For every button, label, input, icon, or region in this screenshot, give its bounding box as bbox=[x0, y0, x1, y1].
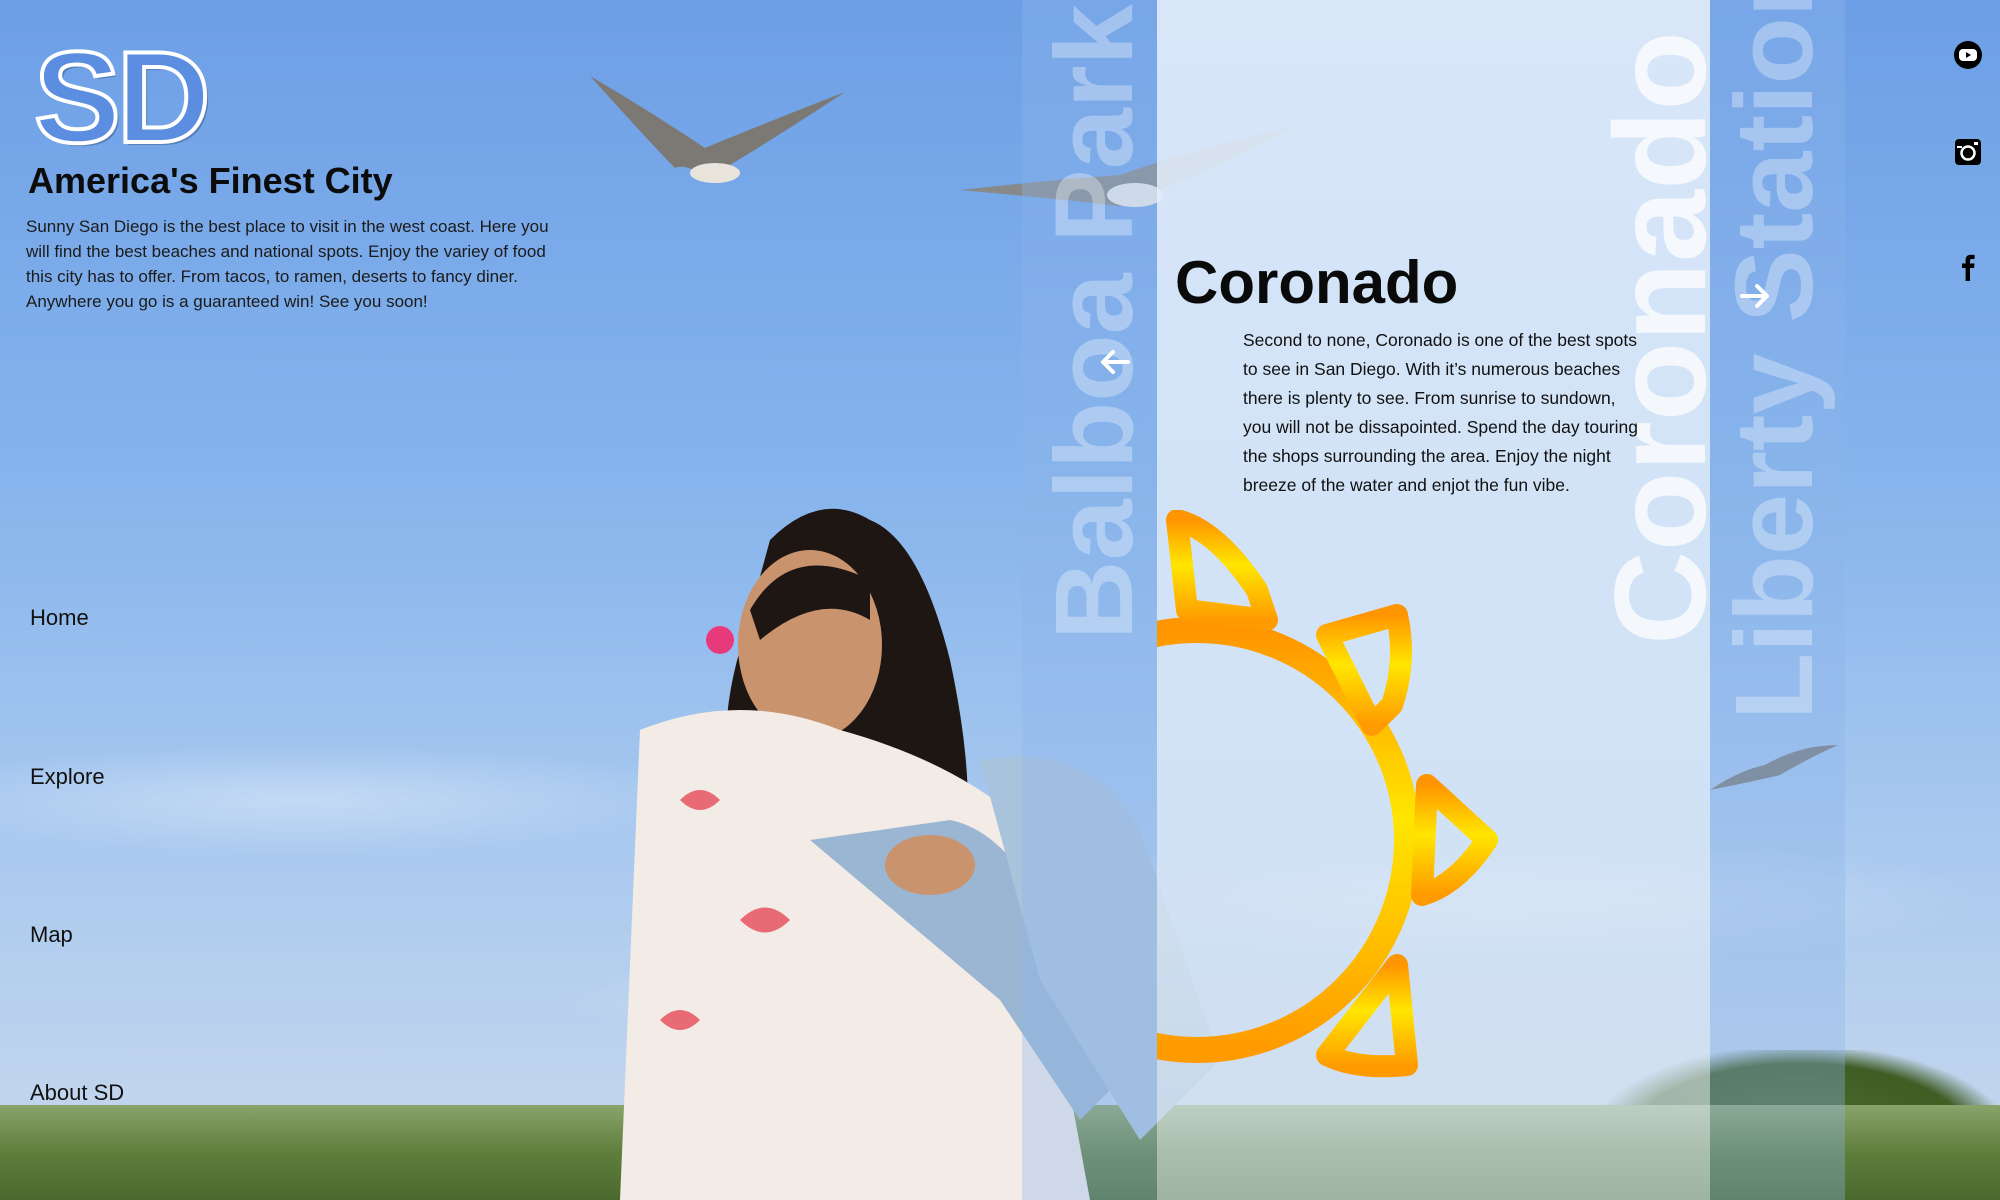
intro-paragraph: Sunny San Diego is the best place to vis… bbox=[26, 217, 549, 311]
youtube-icon[interactable] bbox=[1953, 40, 1983, 70]
prev-slide-label: Balboa Park bbox=[1033, 4, 1156, 640]
sd-logo[interactable]: SD bbox=[32, 22, 213, 172]
facebook-icon[interactable] bbox=[1953, 252, 1983, 282]
site-tagline: America's Finest City bbox=[28, 160, 393, 201]
nav-item-home[interactable]: Home bbox=[30, 605, 89, 631]
nav-item-about[interactable]: About SD bbox=[30, 1080, 124, 1106]
instagram-icon[interactable] bbox=[1953, 137, 1983, 167]
arrow-right-icon[interactable] bbox=[1738, 281, 1772, 311]
sun-graphic bbox=[1157, 510, 1498, 1078]
feature-description: Second to none, Coronado is one of the b… bbox=[1243, 330, 1638, 495]
seagull-graphic bbox=[590, 76, 845, 183]
arrow-left-icon[interactable] bbox=[1098, 347, 1132, 377]
next-slide-label: Liberty Station bbox=[1713, 0, 1836, 720]
nav-item-explore[interactable]: Explore bbox=[30, 764, 105, 790]
feature-title: Coronado bbox=[1175, 249, 1459, 316]
nav-item-map[interactable]: Map bbox=[30, 922, 73, 948]
